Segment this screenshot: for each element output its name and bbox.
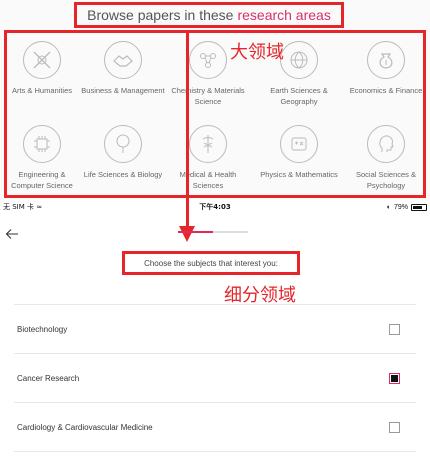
subject-checkbox[interactable] (389, 421, 400, 433)
subject-row-biotechnology[interactable]: Biotechnology (0, 305, 430, 353)
area-label: Life Sciences & Biology (83, 170, 163, 179)
area-life-sciences-biology[interactable]: Life Sciences & Biology (80, 125, 166, 180)
area-label: Geography (280, 97, 318, 106)
area-label: Engineering & (18, 170, 66, 179)
area-label: Medical & Health (179, 170, 237, 179)
carrier-label: 无 SIM 卡 ≈ (3, 203, 43, 211)
annotation-arrow-shaft (186, 30, 189, 228)
clock-label: 下午4:03 (199, 203, 231, 211)
head-profile-icon (367, 125, 405, 163)
subject-checkbox[interactable] (389, 372, 400, 384)
area-label: Social Sciences & (355, 170, 417, 179)
area-economics-finance[interactable]: Economics & Finance (343, 41, 429, 96)
globe-icon (280, 41, 318, 79)
battery-status: ◐ 79% (286, 203, 427, 211)
area-label: Economics & Finance (349, 86, 423, 95)
handshake-icon (104, 41, 142, 79)
subject-checkbox[interactable] (389, 323, 400, 335)
area-physics-mathematics[interactable]: Physics & Mathematics (256, 125, 342, 180)
area-label: Chemistry & Materials (171, 86, 245, 95)
status-bar: 无 SIM 卡 ≈ 下午4:03 ◐ 79% (0, 200, 430, 214)
area-social-sciences-psychology[interactable]: Social Sciences & Psychology (343, 125, 429, 191)
area-label: Physics & Mathematics (260, 170, 338, 179)
formula-icon (280, 125, 318, 163)
area-label: Arts & Humanities (11, 86, 73, 95)
molecule-icon (189, 41, 227, 79)
area-label: Sciences (192, 181, 224, 190)
area-medical-health[interactable]: Medical & Health Sciences (165, 125, 251, 191)
caduceus-icon (189, 125, 227, 163)
battery-icon (410, 203, 427, 211)
subject-label: Cardiology & Cardiovascular Medicine (17, 422, 153, 432)
wifi-icon: ≈ (36, 203, 43, 211)
chip-icon (23, 125, 61, 163)
area-label: Computer Science (11, 181, 73, 190)
onboarding-progress-fill (178, 231, 213, 233)
area-label: Earth Sciences & (270, 86, 328, 95)
subject-row-cardiology[interactable]: Cardiology & Cardiovascular Medicine (0, 403, 430, 451)
onboarding-progress-bar (178, 231, 248, 233)
headline-accent: research areas (237, 7, 331, 23)
research-areas-grid: Arts & Humanities Business & Management … (4, 30, 426, 198)
tree-icon (104, 125, 142, 163)
battery-percent: 79% (393, 203, 408, 211)
money-bag-icon (367, 41, 405, 79)
subject-label: Cancer Research (17, 373, 80, 383)
area-business-management[interactable]: Business & Management (80, 41, 166, 96)
back-arrow-icon[interactable] (4, 225, 22, 243)
lock-rotation-icon: ◐ (386, 203, 391, 211)
divider (14, 451, 416, 452)
research-areas-headline: Browse papers in these research areas (74, 2, 344, 28)
area-engineering-computer-science[interactable]: Engineering & Computer Science (0, 125, 85, 191)
subject-label: Biotechnology (17, 324, 68, 334)
battery-fill (412, 205, 423, 209)
major-areas-annotation: 大领域 (230, 42, 284, 63)
area-label: Business & Management (81, 86, 165, 95)
area-arts-humanities[interactable]: Arts & Humanities (0, 41, 85, 96)
area-label: Psychology (366, 181, 406, 190)
area-label: Science (194, 97, 222, 106)
subject-row-cancer-research[interactable]: Cancer Research (0, 354, 430, 402)
subject-list: Biotechnology Cancer Research Cardiology… (0, 304, 430, 452)
headline-prefix: Browse papers in these (87, 7, 234, 23)
annotation-arrow-head (179, 226, 195, 242)
research-areas-panel: Browse papers in these research areas Ar… (0, 0, 430, 200)
subjects-prompt: Choose the subjects that interest you: (122, 251, 300, 275)
palette-icon (23, 41, 61, 79)
